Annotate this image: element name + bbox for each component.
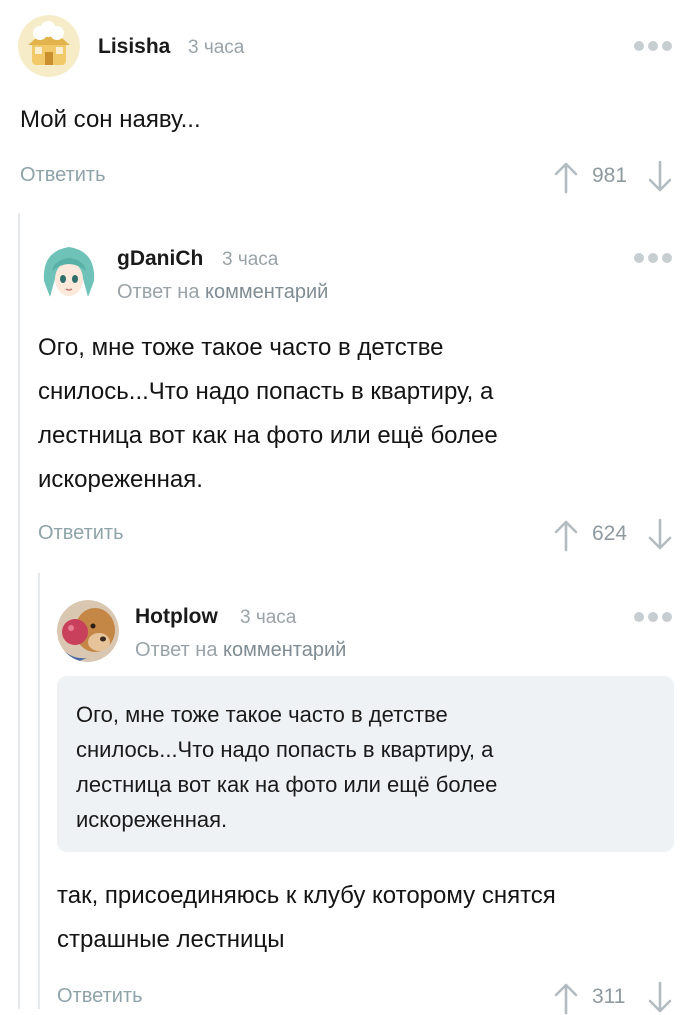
avatar-dog-icon (57, 600, 119, 662)
avatar-anime-icon (38, 241, 100, 303)
more-dots-icon[interactable] (634, 612, 672, 622)
arrow-down-icon[interactable] (647, 160, 673, 194)
comment-line: лестница вот как на фото или ещё более (38, 422, 498, 449)
reply-button[interactable]: Ответить (57, 985, 143, 1008)
quote-line: снилось...Что надо попасть в квартиру, а (76, 737, 494, 762)
arrow-down-icon[interactable] (647, 518, 673, 552)
score: 311 (592, 985, 626, 1008)
score: 624 (592, 522, 628, 545)
comment-line: снилось...Что надо попасть в квартиру, а (38, 378, 494, 405)
username[interactable]: Hotplow (135, 605, 218, 629)
reply-to-prefix: Ответ на (135, 639, 218, 661)
reply-to-prefix: Ответ на (117, 281, 200, 303)
arrow-down-icon[interactable] (647, 981, 673, 1015)
avatar[interactable] (18, 15, 80, 77)
comment-text: Ого, мне тоже такое часто в детстве снил… (38, 326, 498, 502)
timestamp: 3 часа (222, 249, 279, 270)
comment-line: страшные лестницы (57, 926, 285, 953)
score: 981 (592, 164, 628, 187)
comment-line: так, присоединяюсь к клубу которому снят… (57, 882, 556, 909)
comment-text: так, присоединяюсь к клубу которому снят… (57, 874, 556, 962)
more-dots-icon[interactable] (634, 253, 672, 263)
username[interactable]: Lisisha (98, 35, 170, 59)
thread-line (38, 573, 40, 1009)
reply-button[interactable]: Ответить (20, 164, 106, 187)
comment-line: искореженная. (38, 466, 203, 493)
arrow-up-icon[interactable] (553, 160, 579, 194)
quote-line: лестница вот как на фото или ещё более (76, 772, 498, 797)
avatar[interactable] (38, 241, 100, 303)
reply-to-note: Ответ на комментарий (135, 639, 346, 662)
quoted-comment-text: Ого, мне тоже такое часто в детстве снил… (76, 697, 497, 837)
arrow-up-icon[interactable] (553, 981, 579, 1015)
arrow-up-icon[interactable] (553, 518, 579, 552)
avatar[interactable] (57, 600, 119, 662)
thread-line (18, 213, 20, 1009)
quote-line: Ого, мне тоже такое часто в детстве (76, 702, 448, 727)
reply-to-note: Ответ на комментарий (117, 281, 328, 304)
avatar-house-icon (18, 15, 80, 77)
reply-to-link[interactable]: комментарий (205, 281, 328, 303)
comment-line: Ого, мне тоже такое часто в детстве (38, 334, 444, 361)
timestamp: 3 часа (240, 607, 297, 628)
username[interactable]: gDaniCh (117, 247, 203, 271)
timestamp: 3 часа (188, 37, 245, 58)
more-dots-icon[interactable] (634, 41, 672, 51)
comment-text: Мой сон наяву... (20, 106, 201, 133)
quote-line: искореженная. (76, 807, 228, 832)
reply-to-link[interactable]: комментарий (223, 639, 346, 661)
reply-button[interactable]: Ответить (38, 522, 124, 545)
